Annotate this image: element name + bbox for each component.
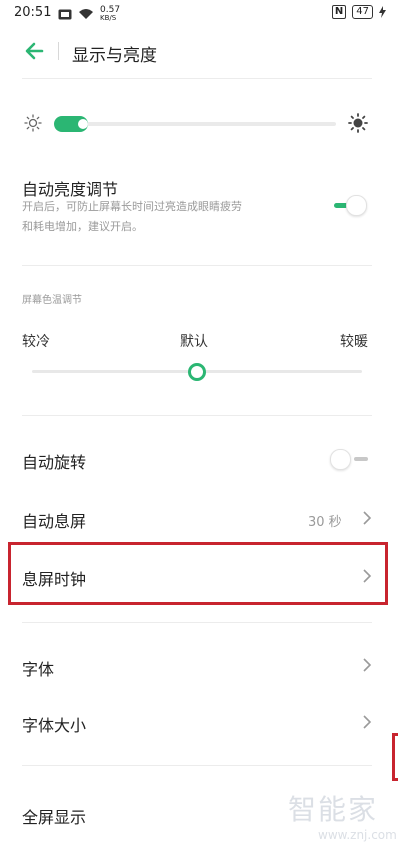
status-time: 20:51 [14,5,52,20]
auto-brightness-subtitle-2: 和耗电增加，建议开启。 [22,220,143,233]
auto-sleep-value: 30 秒 [308,515,342,530]
brightness-slider-handle[interactable] [77,119,88,129]
network-speed: 0.57 KB/S [100,5,121,23]
toggle-bar [354,457,368,461]
font-size-row[interactable]: 字体大小 [0,694,400,750]
notification-icon [58,9,72,19]
auto-brightness-toggle[interactable] [332,194,368,216]
color-temp-warm-label: 较暖 [340,334,368,350]
divider [22,765,372,766]
auto-rotate-title: 自动旋转 [22,453,87,472]
chevron-right-icon [363,658,372,672]
watermark-url: www.znj.com [318,828,397,842]
nfc-icon: N [331,5,347,19]
toggle-knob [330,449,351,470]
auto-sleep-row[interactable]: 自动息屏 30 秒 [0,490,400,542]
toggle-knob [346,195,367,216]
brightness-slider-track[interactable] [56,122,336,126]
font-size-title: 字体大小 [22,716,87,735]
charging-icon [379,6,386,18]
font-row[interactable]: 字体 [0,636,400,692]
color-temp-cold-label: 较冷 [22,334,50,350]
page-header: 显示与亮度 [0,30,400,74]
color-temp-default-label: 默认 [180,334,208,350]
auto-rotate-toggle[interactable] [330,448,370,470]
sun-low-icon [24,114,42,132]
divider [22,265,372,266]
auto-sleep-title: 自动息屏 [22,512,87,531]
watermark-text: 智能家 [288,793,379,826]
divider [22,622,372,623]
chevron-right-icon [363,511,372,525]
status-left-icons: 0.57 KB/S [58,6,120,22]
divider [22,415,372,416]
wifi-icon [79,9,93,19]
full-screen-title: 全屏显示 [22,808,87,827]
battery-icon: 47 [352,5,373,19]
sun-high-icon [348,113,368,133]
auto-brightness-subtitle-1: 开启后，可防止屏幕长时间过亮造成眼睛疲劳 [22,200,242,213]
color-temp-section-label: 屏幕色温调节 [22,295,82,306]
highlight-box [8,542,388,605]
arrow-left-icon[interactable] [22,38,48,64]
chevron-right-icon [363,715,372,729]
highlight-edge-mark [392,733,398,781]
header-divider [58,42,59,60]
page-title: 显示与亮度 [72,46,157,66]
font-title: 字体 [22,660,55,679]
divider [22,78,372,79]
watermark-logo: 智能家 www.znj.com [288,788,398,850]
color-temp-slider-handle[interactable] [188,363,206,381]
status-bar: 20:51 0.57 KB/S N 47 [0,0,400,28]
status-right-icons: N 47 [331,5,386,19]
